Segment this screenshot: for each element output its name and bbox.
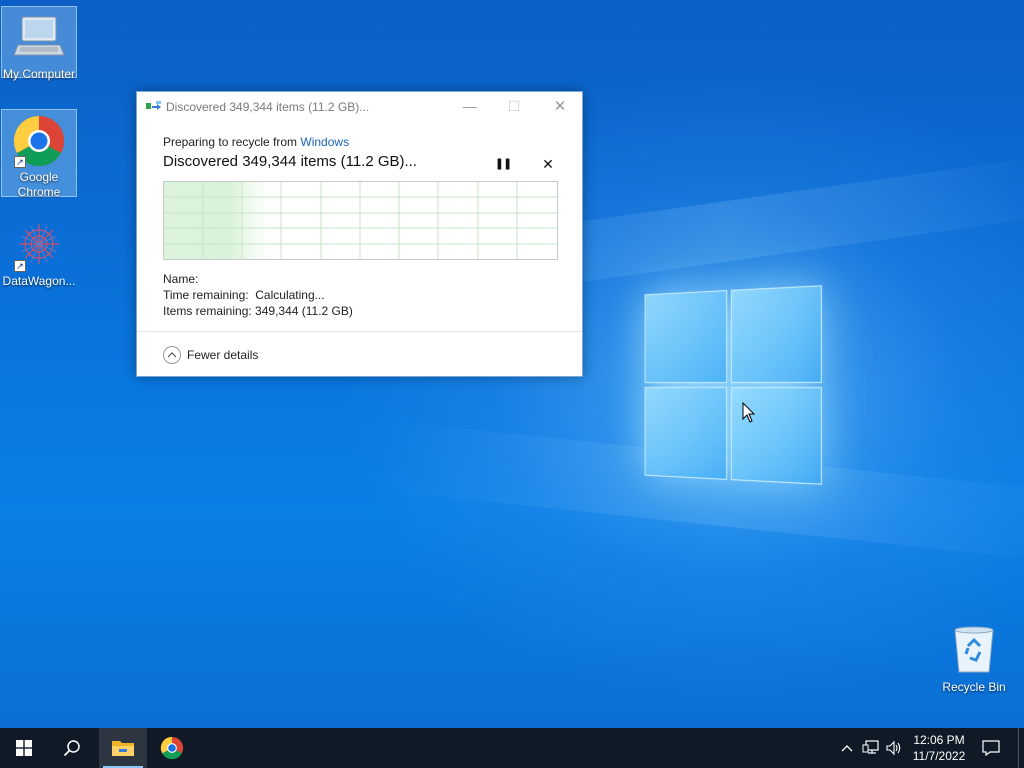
clock-time: 12:06 PM: [913, 733, 965, 747]
volume-icon: [886, 740, 901, 756]
fewer-details-toggle[interactable]: Fewer details: [163, 345, 258, 365]
pause-button[interactable]: ❚❚: [493, 154, 513, 174]
show-hidden-icons-button[interactable]: [838, 728, 856, 768]
datawagon-icon: ↗: [12, 218, 66, 272]
chevron-up-icon: [163, 346, 181, 364]
recycle-bin-icon: [951, 624, 997, 674]
chrome-icon: [160, 736, 184, 760]
search-button[interactable]: [48, 728, 96, 768]
time-remaining-row: Time remaining: Calculating...: [163, 288, 325, 302]
action-center-button[interactable]: [976, 728, 1006, 768]
taskbar-chrome[interactable]: [148, 728, 196, 768]
items-remaining-label: Items remaining:: [163, 304, 252, 318]
dialog-title: Discovered 349,344 items (11.2 GB)...: [166, 100, 370, 114]
show-desktop-button[interactable]: [1018, 728, 1019, 768]
taskbar-clock[interactable]: 12:06 PM 11/7/2022: [906, 732, 972, 764]
recycle-progress-dialog: Discovered 349,344 items (11.2 GB)... — …: [136, 91, 583, 377]
windows-start-icon: [16, 740, 32, 756]
mouse-cursor-icon: [742, 401, 756, 424]
volume-button[interactable]: [884, 728, 904, 768]
preparing-prefix: Preparing to recycle from: [163, 135, 301, 149]
items-remaining-row: Items remaining: 349,344 (11.2 GB): [163, 304, 353, 318]
search-icon: [63, 740, 80, 757]
computer-icon: [12, 11, 66, 65]
shortcut-arrow-icon: ↗: [14, 260, 26, 272]
dialog-divider: [137, 331, 582, 332]
items-remaining-value: 349,344 (11.2 GB): [255, 304, 353, 318]
fewer-details-label: Fewer details: [187, 348, 259, 362]
close-button[interactable]: ✕: [537, 92, 583, 121]
network-icon: [862, 740, 879, 754]
dialog-titlebar[interactable]: Discovered 349,344 items (11.2 GB)... — …: [137, 92, 582, 121]
desktop-icon-label: My Computer: [2, 67, 76, 81]
network-button[interactable]: [860, 728, 882, 768]
time-remaining-value: Calculating...: [255, 288, 325, 302]
progress-graph: [163, 181, 558, 260]
notification-icon: [982, 740, 1000, 756]
windows-logo-wallpaper: [644, 285, 822, 485]
shortcut-arrow-icon: ↗: [14, 156, 26, 168]
minimize-button[interactable]: —: [447, 92, 493, 121]
maximize-button[interactable]: ☐: [491, 92, 537, 121]
chrome-icon: ↗: [12, 114, 66, 168]
cancel-button[interactable]: ✕: [538, 154, 558, 174]
name-label: Name:: [163, 272, 199, 286]
chevron-up-icon: [841, 745, 853, 752]
taskbar: 12:06 PM 11/7/2022: [0, 728, 1024, 768]
preparing-line: Preparing to recycle from Windows: [163, 135, 349, 149]
desktop-icon-my-computer[interactable]: My Computer: [1, 6, 77, 81]
desktop-icon-label: Recycle Bin: [942, 680, 1006, 694]
desktop-icon-datawagon[interactable]: ↗ DataWagon...: [1, 214, 77, 288]
source-folder-link[interactable]: Windows: [300, 135, 349, 149]
desktop-icon-label: DataWagon...: [2, 274, 76, 288]
desktop-icon-label: Google Chrome: [17, 170, 61, 199]
clock-date: 11/7/2022: [912, 749, 966, 763]
desktop-icon-recycle-bin[interactable]: Recycle Bin: [938, 624, 1010, 694]
operation-status: Discovered 349,344 items (11.2 GB)...: [163, 153, 418, 170]
time-remaining-label: Time remaining:: [163, 288, 249, 302]
name-row: Name:: [163, 272, 198, 286]
file-explorer-icon: [112, 741, 134, 756]
taskbar-file-explorer[interactable]: [99, 728, 147, 768]
desktop-icon-google-chrome[interactable]: ↗ Google Chrome: [1, 109, 77, 199]
start-button[interactable]: [0, 728, 48, 768]
file-operation-icon: [146, 101, 162, 113]
